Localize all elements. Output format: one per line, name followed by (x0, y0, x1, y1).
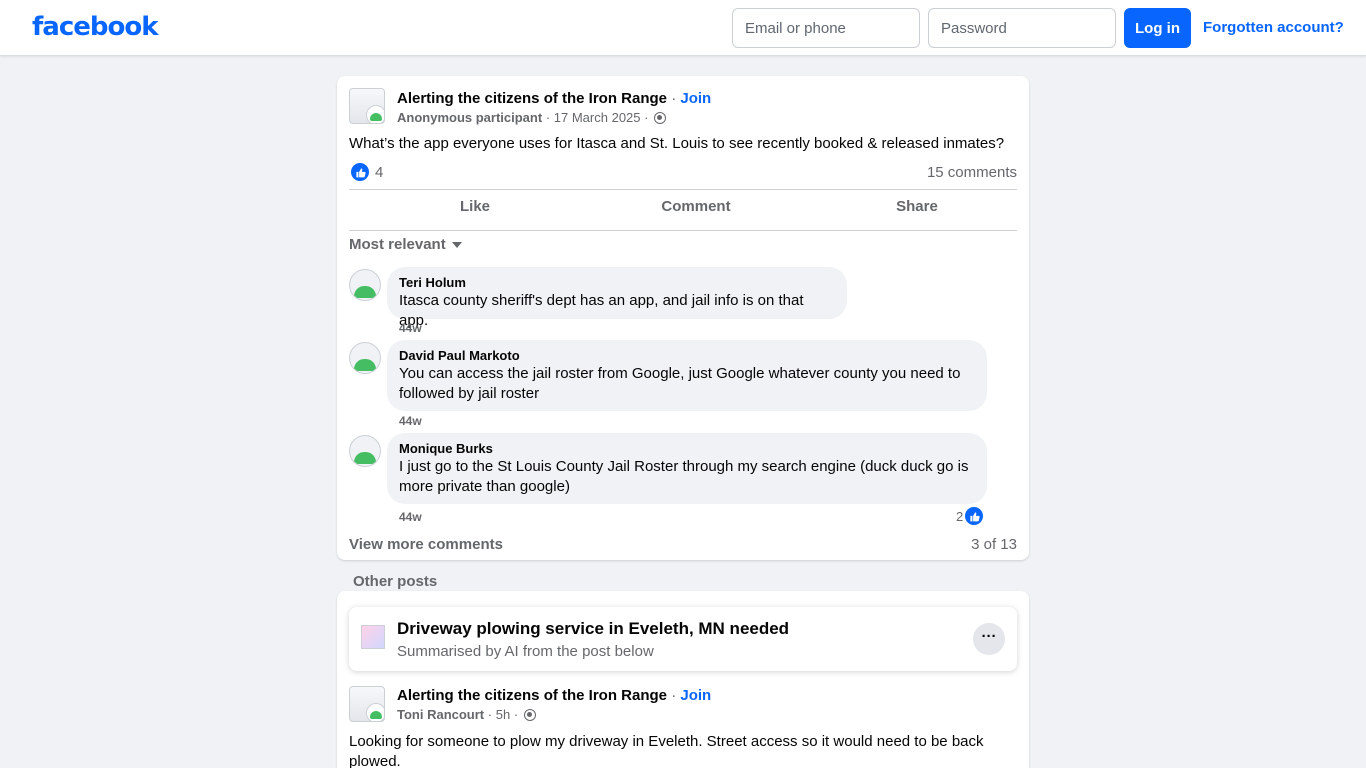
comments-count[interactable]: 15 comments (927, 164, 1017, 181)
commenter-avatar[interactable] (349, 269, 381, 301)
post-group-title: Alerting the citizens of the Iron Range … (397, 687, 712, 704)
comment-button[interactable]: Comment (596, 198, 796, 222)
sort-dropdown[interactable]: Most relevant (349, 236, 462, 253)
password-field[interactable] (928, 8, 1116, 48)
globe-icon (523, 709, 536, 721)
comment-author[interactable]: Teri Holum (399, 275, 835, 291)
join-link[interactable]: Join (680, 90, 711, 107)
login-button[interactable]: Log in (1124, 8, 1191, 48)
globe-icon (654, 112, 667, 124)
ai-summary-icon (361, 625, 385, 649)
forgotten-account-link[interactable]: Forgotten account? (1203, 19, 1344, 36)
comment-time[interactable]: 44w (399, 414, 422, 428)
comment-reactions[interactable]: 2 (956, 507, 984, 525)
divider (349, 230, 1017, 231)
group-avatar[interactable] (349, 686, 385, 722)
post-time[interactable]: 5h (496, 707, 510, 722)
comment-bubble: David Paul Markoto You can access the ja… (387, 340, 987, 411)
ai-summary-title[interactable]: Driveway plowing service in Eveleth, MN … (397, 619, 789, 639)
post-date[interactable]: 17 March 2025 (554, 110, 641, 125)
comments-pager: 3 of 13 (971, 536, 1017, 553)
email-field[interactable] (732, 8, 920, 48)
post-text: What’s the app everyone uses for Itasca … (349, 135, 1005, 152)
comment-reaction-count: 2 (956, 508, 964, 524)
comment-text: I just go to the St Louis County Jail Ro… (399, 458, 969, 495)
ai-summary-subtitle: Summarised by AI from the post below (397, 643, 654, 660)
group-name-link[interactable]: Alerting the citizens of the Iron Range (397, 90, 667, 107)
group-name-link[interactable]: Alerting the citizens of the Iron Range (397, 687, 667, 704)
reaction-count[interactable]: 4 (375, 164, 383, 181)
like-reaction-icon[interactable] (351, 163, 369, 181)
other-posts-heading: Other posts (353, 573, 438, 590)
post-card: Alerting the citizens of the Iron Range … (337, 76, 1029, 560)
profile-badge-icon (366, 703, 384, 721)
post-author: Toni Rancourt (397, 707, 485, 722)
share-button[interactable]: Share (817, 198, 1017, 222)
view-more-comments-link[interactable]: View more comments (349, 536, 503, 553)
caret-down-icon (451, 242, 462, 248)
comment-bubble: Teri Holum Itasca county sheriff's dept … (387, 267, 847, 329)
commenter-avatar[interactable] (349, 435, 381, 467)
comment-text: You can access the jail roster from Goog… (399, 365, 961, 402)
divider (349, 189, 1017, 190)
like-button[interactable]: Like (375, 198, 575, 222)
comment-text: Itasca county sheriff's dept has an app,… (399, 292, 804, 329)
top-bar: facebook Log in Forgotten account? (0, 0, 1366, 56)
more-options-button[interactable]: ··· (973, 623, 1005, 655)
post-author: Anonymous participant (397, 110, 543, 125)
sort-label: Most relevant (349, 236, 446, 253)
commenter-avatar[interactable] (349, 342, 381, 374)
profile-badge-icon (366, 105, 384, 123)
ai-summary-box[interactable]: Driveway plowing service in Eveleth, MN … (349, 607, 1017, 671)
other-post-card: Driveway plowing service in Eveleth, MN … (337, 591, 1029, 768)
like-reaction-icon (965, 507, 984, 525)
comment-bubble: Monique Burks I just go to the St Louis … (387, 433, 987, 504)
join-link[interactable]: Join (680, 687, 711, 704)
post-meta: Toni Rancourt · 5h · (397, 707, 536, 722)
comment-time[interactable]: 44w (399, 510, 422, 524)
comment-author[interactable]: David Paul Markoto (399, 348, 975, 364)
post-meta: Anonymous participant · 17 March 2025 · (397, 110, 667, 125)
group-avatar[interactable] (349, 88, 385, 124)
post-group-title: Alerting the citizens of the Iron Range … (397, 90, 712, 107)
comment-time[interactable]: 44w (399, 321, 422, 335)
comment-author[interactable]: Monique Burks (399, 441, 975, 457)
facebook-logo[interactable]: facebook (32, 12, 159, 42)
post-text: Looking for someone to plow my driveway … (349, 733, 984, 768)
